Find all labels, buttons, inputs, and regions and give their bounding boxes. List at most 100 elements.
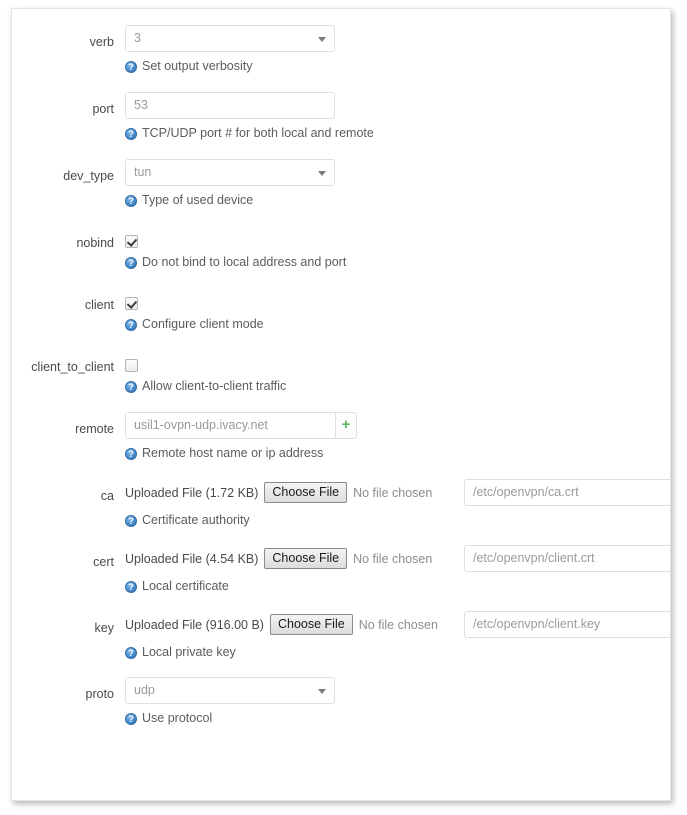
form-row-client: client? Configure client mode <box>12 288 670 332</box>
help-question-icon[interactable]: ? <box>125 256 137 269</box>
label-nobind: nobind <box>76 236 114 250</box>
help-question-icon[interactable]: ? <box>125 447 137 460</box>
help-label-port: TCP/UDP port # for both local and remote <box>142 126 374 140</box>
row-spacer <box>12 141 670 159</box>
field-cert: Uploaded File (4.54 KB) Choose File No fil… <box>125 545 670 594</box>
choose-file-button-ca[interactable]: Choose File <box>264 482 348 503</box>
no-file-chosen-text-key: No file chosen <box>358 617 438 632</box>
checkbox-client_to_client[interactable] <box>125 359 138 372</box>
help-question-icon[interactable]: ? <box>125 194 137 207</box>
help-text-remote: ? Remote host name or ip address <box>125 439 670 461</box>
form-row-port: port 53? TCP/UDP port # for both local and… <box>12 92 670 141</box>
row-spacer <box>12 660 670 677</box>
help-label-nobind: Do not bind to local address and port <box>142 255 347 269</box>
label-proto: proto <box>85 687 115 701</box>
field-key: Uploaded File (916.00 B) Choose File No fi… <box>125 611 670 660</box>
label-client: client <box>84 298 114 312</box>
label-remote: remote <box>75 422 114 436</box>
chevron-down-icon <box>318 171 326 176</box>
checkbox-client[interactable] <box>125 297 138 310</box>
field-ca: Uploaded File (1.72 KB) Choose File No fil… <box>125 479 670 528</box>
help-text-key: ? Local private key <box>125 638 670 660</box>
help-text-client: ? Configure client mode <box>125 310 670 332</box>
row-spacer <box>12 332 670 350</box>
path-input-ca[interactable]: /etc/openvpn/ca.crt <box>464 479 670 506</box>
field-dev_type: tun? Type of used device <box>125 159 670 208</box>
field-proto: udp ? Use protocol <box>125 677 670 726</box>
select-verb[interactable]: 3 <box>125 25 335 52</box>
form-row-key: key Uploaded File (916.00 B) Choose File No… <box>12 611 670 660</box>
input-group-remote: usil1-ovpn-udp.ivacy.net + <box>125 412 357 439</box>
label-verb: verb <box>89 35 114 49</box>
help-label-client_to_client: Allow client-to-client traffic <box>142 379 287 393</box>
add-remote-button[interactable]: + <box>335 412 357 439</box>
field-port: 53? TCP/UDP port # for both local and rem… <box>125 92 670 141</box>
row-spacer <box>12 461 670 479</box>
row-spacer <box>12 208 670 226</box>
select-value-dev_type: tun <box>134 165 152 179</box>
select-dev_type[interactable]: tun <box>125 159 335 186</box>
label-dev_type: dev_type <box>63 169 114 183</box>
help-label-verb: Set output verbosity <box>142 59 253 73</box>
input-remote[interactable]: usil1-ovpn-udp.ivacy.net <box>125 412 335 439</box>
row-spacer <box>12 394 670 412</box>
no-file-chosen-text-ca: No file chosen <box>353 485 433 500</box>
help-question-icon[interactable]: ? <box>125 580 137 593</box>
openvpn-config-form: verb 3? Set output verbosity port 53? TCP/UDP… <box>12 9 670 726</box>
help-question-icon[interactable]: ? <box>125 318 137 331</box>
select-proto[interactable]: udp <box>125 677 335 704</box>
input-port[interactable]: 53 <box>125 92 335 119</box>
chevron-down-icon <box>318 689 326 694</box>
form-row-nobind: nobind? Do not bind to local address and … <box>12 226 670 270</box>
help-label-client: Configure client mode <box>142 317 264 331</box>
help-text-proto: ? Use protocol <box>125 704 670 726</box>
path-input-cert[interactable]: /etc/openvpn/client.crt <box>464 545 670 572</box>
chevron-down-icon <box>318 37 326 42</box>
help-question-icon[interactable]: ? <box>125 514 137 527</box>
label-client_to_client: client_to_client <box>31 360 114 374</box>
help-question-icon[interactable]: ? <box>125 60 137 73</box>
help-label-remote: Remote host name or ip address <box>142 446 324 460</box>
form-row-proto: proto udp ? Use protocol <box>12 677 670 726</box>
help-label-dev_type: Type of used device <box>142 193 254 207</box>
path-input-key[interactable]: /etc/openvpn/client.key <box>464 611 670 638</box>
label-key: key <box>94 621 114 635</box>
help-label-key: Local private key <box>142 645 236 659</box>
help-text-nobind: ? Do not bind to local address and port <box>125 248 670 270</box>
form-row-verb: verb 3? Set output verbosity <box>12 25 670 74</box>
select-value-proto: udp <box>134 683 155 697</box>
form-row-cert: cert Uploaded File (4.54 KB) Choose File No… <box>12 545 670 594</box>
help-question-icon[interactable]: ? <box>125 127 137 140</box>
row-spacer <box>12 270 670 288</box>
row-spacer <box>12 74 670 92</box>
help-question-icon[interactable]: ? <box>125 712 137 725</box>
uploaded-file-info-cert: Uploaded File (4.54 KB) <box>125 551 259 566</box>
help-text-cert: ? Local certificate <box>125 572 670 594</box>
help-text-dev_type: ? Type of used device <box>125 186 670 208</box>
form-row-remote: remote usil1-ovpn-udp.ivacy.net +? Remote h… <box>12 412 670 461</box>
field-client_to_client: ? Allow client-to-client traffic <box>125 350 670 394</box>
help-question-icon[interactable]: ? <box>125 646 137 659</box>
form-row-ca: ca Uploaded File (1.72 KB) Choose File No f… <box>12 479 670 528</box>
field-client: ? Configure client mode <box>125 288 670 332</box>
no-file-chosen-text-cert: No file chosen <box>353 551 433 566</box>
help-question-icon[interactable]: ? <box>125 380 137 393</box>
form-row-client_to_client: client_to_client? Allow client-to-client … <box>12 350 670 394</box>
help-label-cert: Local certificate <box>142 579 229 593</box>
row-spacer <box>12 528 670 545</box>
choose-file-button-key[interactable]: Choose File <box>269 614 353 635</box>
help-text-ca: ? Certificate authority <box>125 506 670 528</box>
label-cert: cert <box>93 555 114 569</box>
form-row-dev_type: dev_type tun? Type of used device <box>12 159 670 208</box>
settings-panel: verb 3? Set output verbosity port 53? TCP/UDP… <box>11 8 671 801</box>
field-verb: 3? Set output verbosity <box>125 25 670 74</box>
label-ca: ca <box>100 489 114 503</box>
uploaded-file-info-key: Uploaded File (916.00 B) <box>125 617 264 632</box>
label-port: port <box>92 102 114 116</box>
choose-file-button-cert[interactable]: Choose File <box>264 548 348 569</box>
help-text-port: ? TCP/UDP port # for both local and remot… <box>125 119 670 141</box>
checkbox-nobind[interactable] <box>125 235 138 248</box>
field-nobind: ? Do not bind to local address and port <box>125 226 670 270</box>
row-spacer <box>12 594 670 611</box>
field-remote: usil1-ovpn-udp.ivacy.net +? Remote host na… <box>125 412 670 461</box>
